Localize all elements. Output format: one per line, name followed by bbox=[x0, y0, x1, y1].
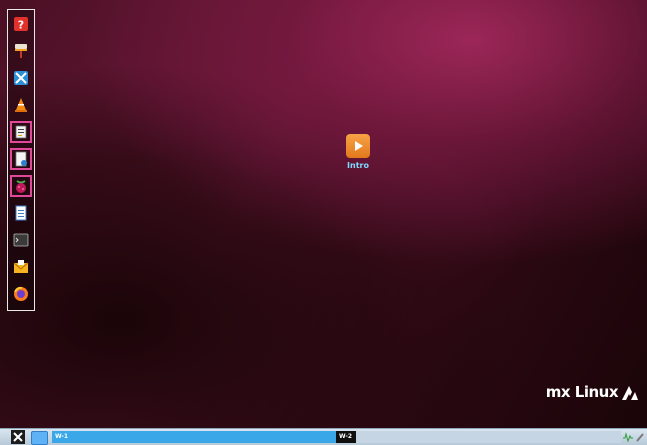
mx-tools-launcher[interactable] bbox=[11, 68, 31, 88]
network-activity-icon[interactable] bbox=[623, 432, 633, 442]
mx-tools-icon bbox=[14, 71, 28, 85]
text-document-icon bbox=[15, 205, 27, 221]
terminal-icon bbox=[13, 233, 29, 247]
svg-text:?: ? bbox=[18, 19, 24, 32]
workspace-2-area[interactable] bbox=[356, 431, 621, 443]
mx-linux-logo: mx Linux bbox=[546, 383, 639, 401]
vlc-cone-icon bbox=[15, 98, 27, 112]
file-manager-icon bbox=[15, 125, 27, 139]
firefox-icon bbox=[14, 286, 28, 301]
raspberry-icon bbox=[16, 180, 26, 193]
brand-text: mx Linux bbox=[545, 383, 619, 401]
system-tray bbox=[623, 431, 647, 443]
raspberry-launcher[interactable] bbox=[10, 175, 32, 197]
vlc-launcher[interactable] bbox=[11, 95, 31, 115]
mx-menu-icon bbox=[13, 432, 23, 442]
play-icon bbox=[346, 134, 370, 158]
document-viewer-icon bbox=[15, 151, 27, 167]
app-dock: ? bbox=[7, 9, 35, 311]
desktop-icon-label: Intro bbox=[347, 161, 369, 170]
document-viewer-launcher[interactable] bbox=[10, 148, 32, 170]
file-manager-launcher[interactable] bbox=[10, 121, 32, 143]
pen-icon[interactable] bbox=[635, 432, 645, 442]
workspace-1-button[interactable]: W-1 bbox=[52, 431, 338, 443]
paint-roller-launcher[interactable] bbox=[11, 41, 31, 61]
terminal-launcher[interactable] bbox=[11, 230, 31, 250]
desktop-icon-intro[interactable]: Intro bbox=[340, 134, 376, 170]
taskbar: W-1 W-2 bbox=[0, 428, 647, 445]
text-document-launcher[interactable] bbox=[11, 203, 31, 223]
help-launcher[interactable]: ? bbox=[11, 14, 31, 34]
mail-icon bbox=[13, 260, 29, 273]
mail-launcher[interactable] bbox=[11, 257, 31, 277]
help-icon: ? bbox=[14, 17, 28, 32]
start-menu-button[interactable] bbox=[11, 430, 25, 444]
desktop: ? Intro mx Linux bbox=[0, 0, 647, 428]
mx-logo-icon bbox=[622, 386, 638, 400]
show-desktop-button[interactable] bbox=[31, 431, 48, 445]
paint-roller-icon bbox=[15, 44, 27, 58]
firefox-launcher[interactable] bbox=[11, 284, 31, 304]
